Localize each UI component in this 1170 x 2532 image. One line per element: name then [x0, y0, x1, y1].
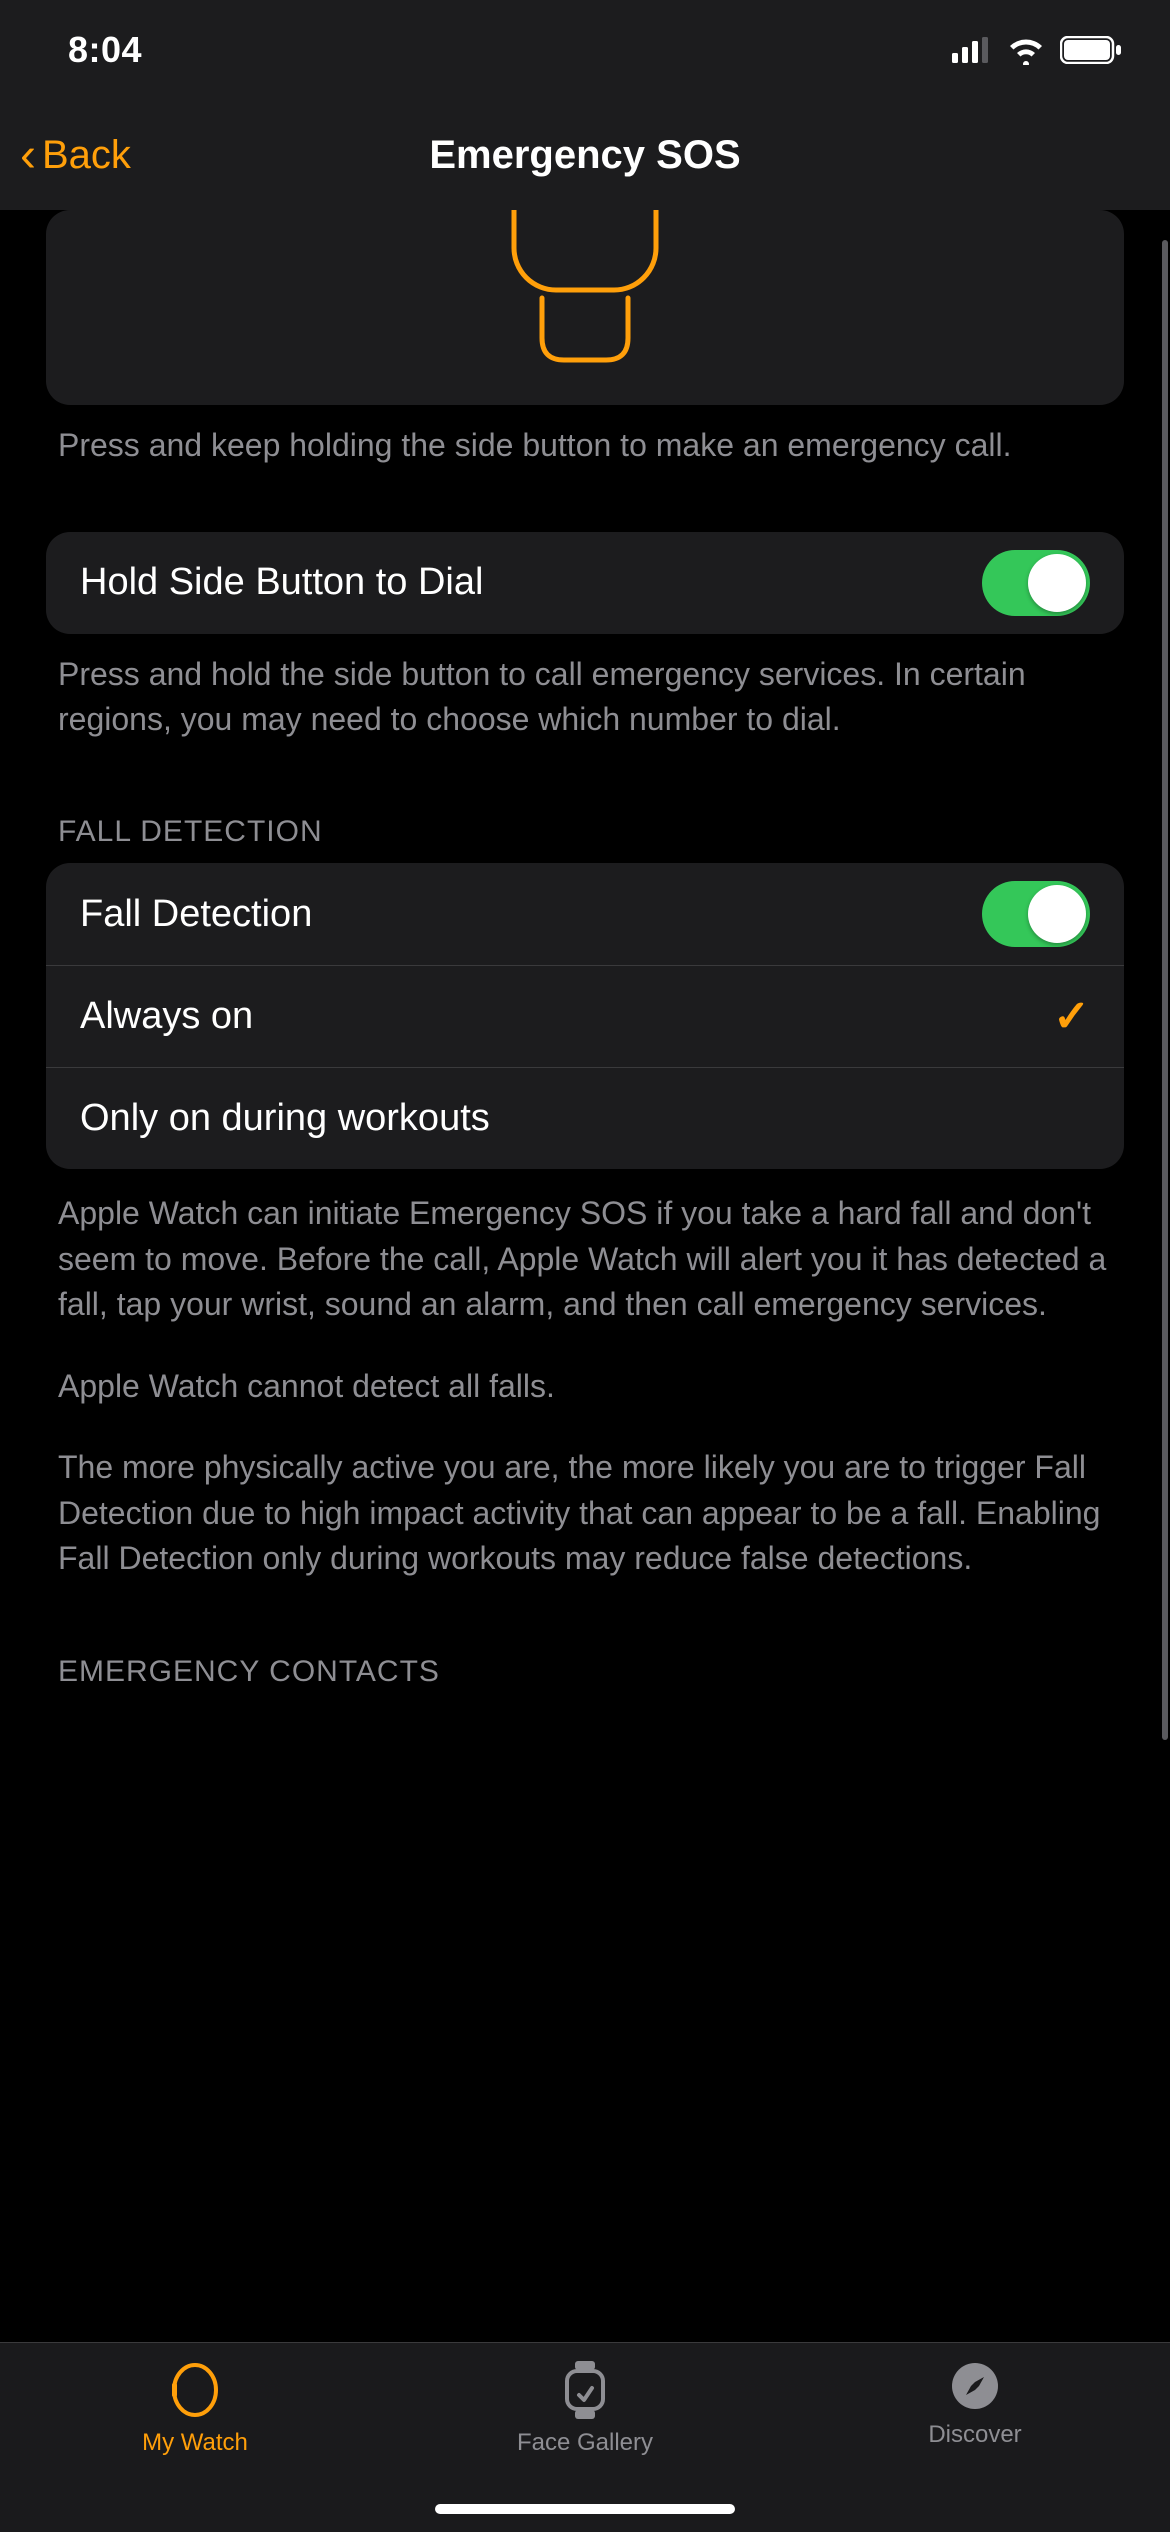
fall-detection-header: FALL DETECTION — [46, 741, 1124, 863]
back-label: Back — [42, 133, 131, 178]
battery-icon — [1060, 36, 1122, 64]
scrollbar-thumb[interactable] — [1162, 240, 1168, 1740]
hold-side-button-label: Hold Side Button to Dial — [80, 561, 483, 604]
status-icons — [952, 35, 1122, 65]
fall-option-workouts[interactable]: Only on during workouts — [46, 1067, 1124, 1169]
watch-icon — [170, 2361, 220, 2419]
hold-footer-text: Press and hold the side button to call e… — [46, 634, 1124, 742]
wifi-icon — [1006, 35, 1046, 65]
cellular-icon — [952, 37, 992, 63]
emergency-contacts-header: EMERGENCY CONTACTS — [46, 1581, 1124, 1703]
watch-outline-icon — [490, 210, 680, 370]
tab-face-gallery-label: Face Gallery — [517, 2429, 653, 2457]
chevron-left-icon: ‹ — [20, 128, 36, 183]
tab-my-watch-label: My Watch — [142, 2429, 248, 2457]
status-bar: 8:04 — [0, 0, 1170, 100]
hold-side-button-row[interactable]: Hold Side Button to Dial — [46, 532, 1124, 634]
home-indicator[interactable] — [435, 2504, 735, 2514]
compass-icon — [950, 2361, 1000, 2411]
fall-detection-label: Fall Detection — [80, 893, 312, 936]
checkmark-icon: ✓ — [1053, 991, 1090, 1042]
fall-footer-text: Apple Watch can initiate Emergency SOS i… — [46, 1169, 1124, 1581]
tab-discover[interactable]: Discover — [780, 2343, 1170, 2532]
fall-option-always-label: Always on — [80, 995, 253, 1038]
fall-detection-toggle[interactable] — [982, 881, 1090, 947]
watch-illustration-card — [46, 210, 1124, 405]
back-button[interactable]: ‹ Back — [0, 128, 131, 183]
face-gallery-icon — [563, 2361, 607, 2419]
status-time: 8:04 — [68, 29, 142, 71]
page-title: Emergency SOS — [0, 133, 1170, 178]
nav-bar: ‹ Back Emergency SOS — [0, 100, 1170, 210]
tab-my-watch[interactable]: My Watch — [0, 2343, 390, 2532]
tab-discover-label: Discover — [928, 2421, 1021, 2449]
tab-bar: My Watch Face Gallery Discover — [0, 2342, 1170, 2532]
fall-option-always[interactable]: Always on ✓ — [46, 965, 1124, 1067]
fall-option-workouts-label: Only on during workouts — [80, 1097, 490, 1140]
fall-detection-row[interactable]: Fall Detection — [46, 863, 1124, 965]
hold-side-button-toggle[interactable] — [982, 550, 1090, 616]
scroll-view[interactable]: Press and keep holding the side button t… — [0, 210, 1170, 2342]
hero-footer-text: Press and keep holding the side button t… — [46, 405, 1124, 468]
